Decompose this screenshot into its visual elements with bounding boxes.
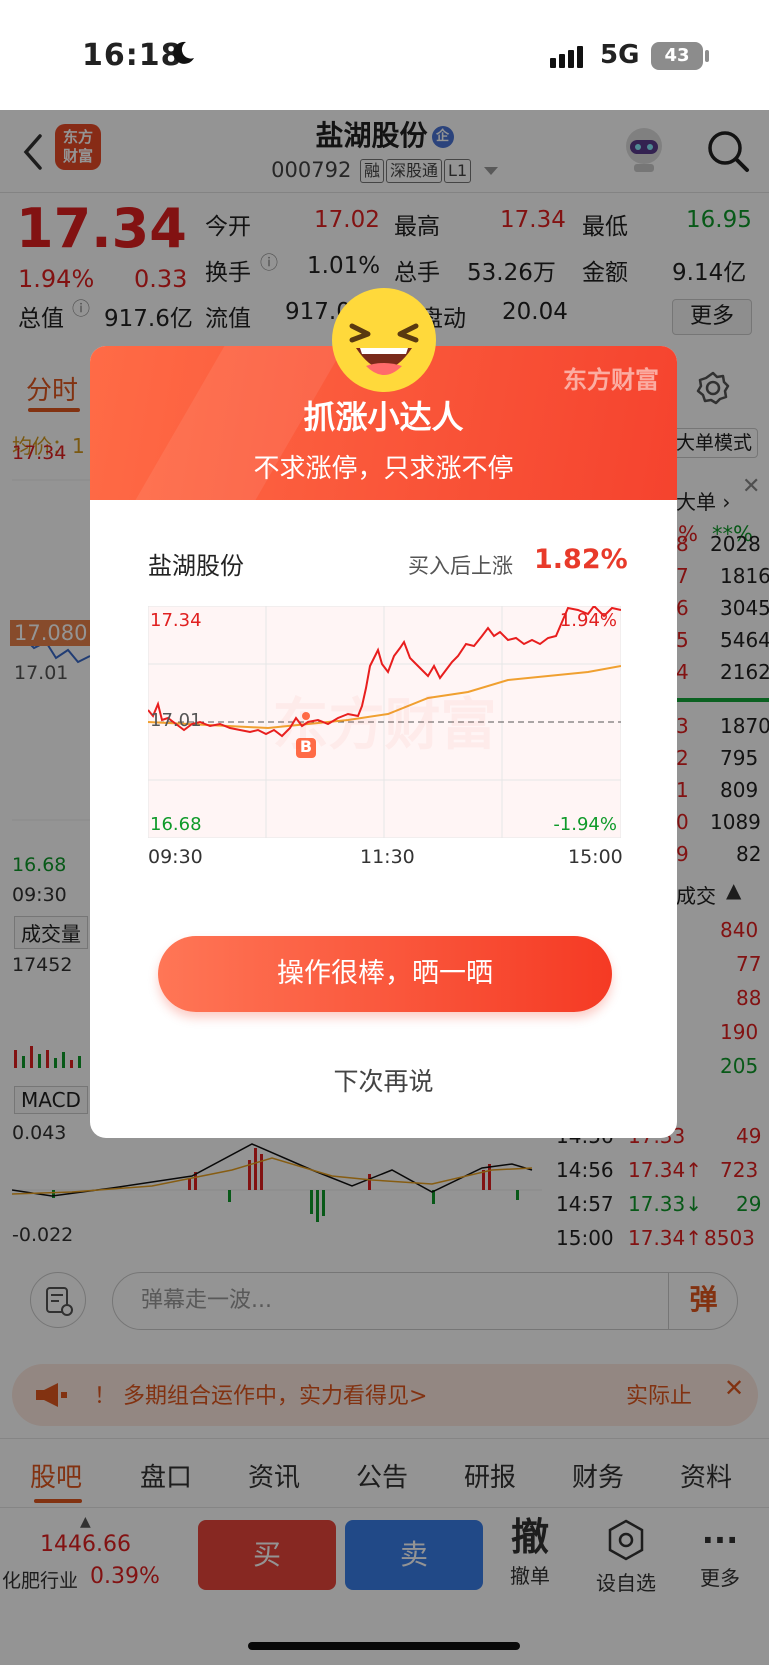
gain-value: 1.82% — [534, 544, 628, 575]
network-label: 5G — [600, 40, 640, 70]
mchart-low: 16.68 — [150, 814, 202, 835]
modal-stock-name: 盐湖股份 — [148, 552, 244, 580]
battery-tip — [705, 50, 709, 62]
mchart-high: 17.34 — [150, 610, 202, 631]
mchart-mid: 17.01 — [150, 710, 202, 731]
moon-icon — [173, 41, 194, 64]
status-time: 16:18 — [82, 38, 183, 73]
modal-chart: 东方财富 B 17.34 1.94% 17.01 16.68 -1.94% — [148, 606, 621, 838]
mchart-time-mid: 11:30 — [360, 846, 415, 868]
battery-icon: 43 — [651, 42, 703, 70]
status-bar: 16:18 5G 43 — [0, 0, 769, 110]
mchart-time-start: 09:30 — [148, 846, 203, 868]
gain-label: 买入后上涨 — [408, 554, 513, 578]
laughing-emoji-icon — [332, 288, 436, 392]
modal-title: 抓涨小达人 — [303, 398, 464, 436]
buy-marker: B — [299, 737, 313, 756]
mchart-high-pct: 1.94% — [559, 610, 617, 631]
later-button[interactable]: 下次再说 — [90, 1062, 677, 1098]
chart-watermark: 东方财富 — [272, 693, 497, 758]
modal-brand: 东方财富 — [563, 366, 659, 394]
share-modal: 东方财富 抓涨小达人 不求涨停，只求涨不停 盐湖股份 买入后上涨 1.82% 东… — [90, 346, 677, 1138]
modal-subtitle: 不求涨停，只求涨不停 — [253, 454, 514, 484]
mchart-time-end: 15:00 — [568, 846, 623, 868]
mchart-low-pct: -1.94% — [553, 814, 617, 835]
signal-icon — [550, 46, 583, 68]
share-button[interactable]: 操作很棒，晒一晒 — [158, 936, 612, 1012]
